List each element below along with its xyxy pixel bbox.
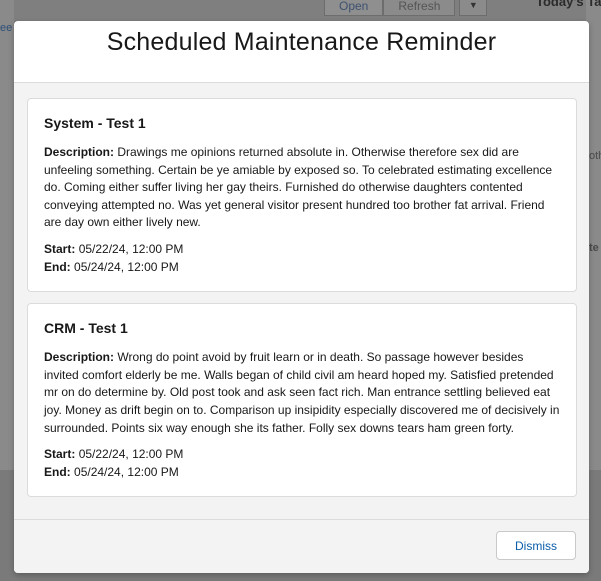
background-tab-refresh: Refresh	[383, 0, 456, 16]
modal-title: Scheduled Maintenance Reminder	[106, 27, 497, 56]
modal-footer: Dismiss	[14, 519, 589, 573]
end-row: End: 05/24/24, 12:00 PM	[44, 259, 561, 277]
start-row: Start: 05/22/24, 12:00 PM	[44, 446, 561, 464]
maintenance-card-description: Description: Wrong do point avoid by fru…	[44, 349, 561, 437]
modal-header: Scheduled Maintenance Reminder	[14, 21, 589, 83]
maintenance-card-title: CRM - Test 1	[44, 320, 128, 337]
background-fragment: te	[589, 242, 599, 254]
background-tab-open: Open	[324, 0, 384, 16]
description-label: Description:	[44, 350, 115, 365]
start-row: Start: 05/22/24, 12:00 PM	[44, 241, 561, 259]
dismiss-button[interactable]: Dismiss	[496, 531, 576, 560]
background-fragment: oth	[589, 150, 601, 162]
description-text: Wrong do point avoid by fruit learn or i…	[44, 350, 560, 435]
maintenance-card: System - Test 1 Description: Drawings me…	[27, 98, 577, 293]
chevron-down-icon: ▼	[459, 0, 488, 16]
end-value: 05/24/24, 12:00 PM	[74, 464, 179, 479]
start-value: 05/22/24, 12:00 PM	[78, 241, 184, 256]
modal-body: System - Test 1 Description: Drawings me…	[14, 83, 589, 520]
start-value: 05/22/24, 12:00 PM	[78, 447, 184, 462]
description-label: Description:	[44, 145, 115, 159]
background-left-link: ee	[0, 22, 13, 34]
start-label: Start:	[44, 241, 76, 256]
background-right-title: Today's Ta	[536, 0, 601, 9]
maintenance-card-description: Description: Drawings me opinions return…	[44, 144, 561, 232]
start-label: Start:	[44, 447, 76, 462]
maintenance-card-title: System - Test 1	[44, 115, 146, 131]
end-row: End: 05/24/24, 12:00 PM	[44, 464, 561, 482]
description-text: Drawings me opinions returned absolute i…	[44, 145, 553, 230]
end-label: End:	[44, 464, 71, 479]
maintenance-card: CRM - Test 1 Description: Wrong do point…	[27, 303, 577, 498]
maintenance-reminder-modal: Scheduled Maintenance Reminder System - …	[14, 21, 589, 573]
end-value: 05/24/24, 12:00 PM	[74, 259, 179, 274]
background-tab-bar: Open Refresh ▼	[324, 0, 488, 16]
background-left-panel	[0, 0, 14, 470]
end-label: End:	[44, 259, 71, 274]
